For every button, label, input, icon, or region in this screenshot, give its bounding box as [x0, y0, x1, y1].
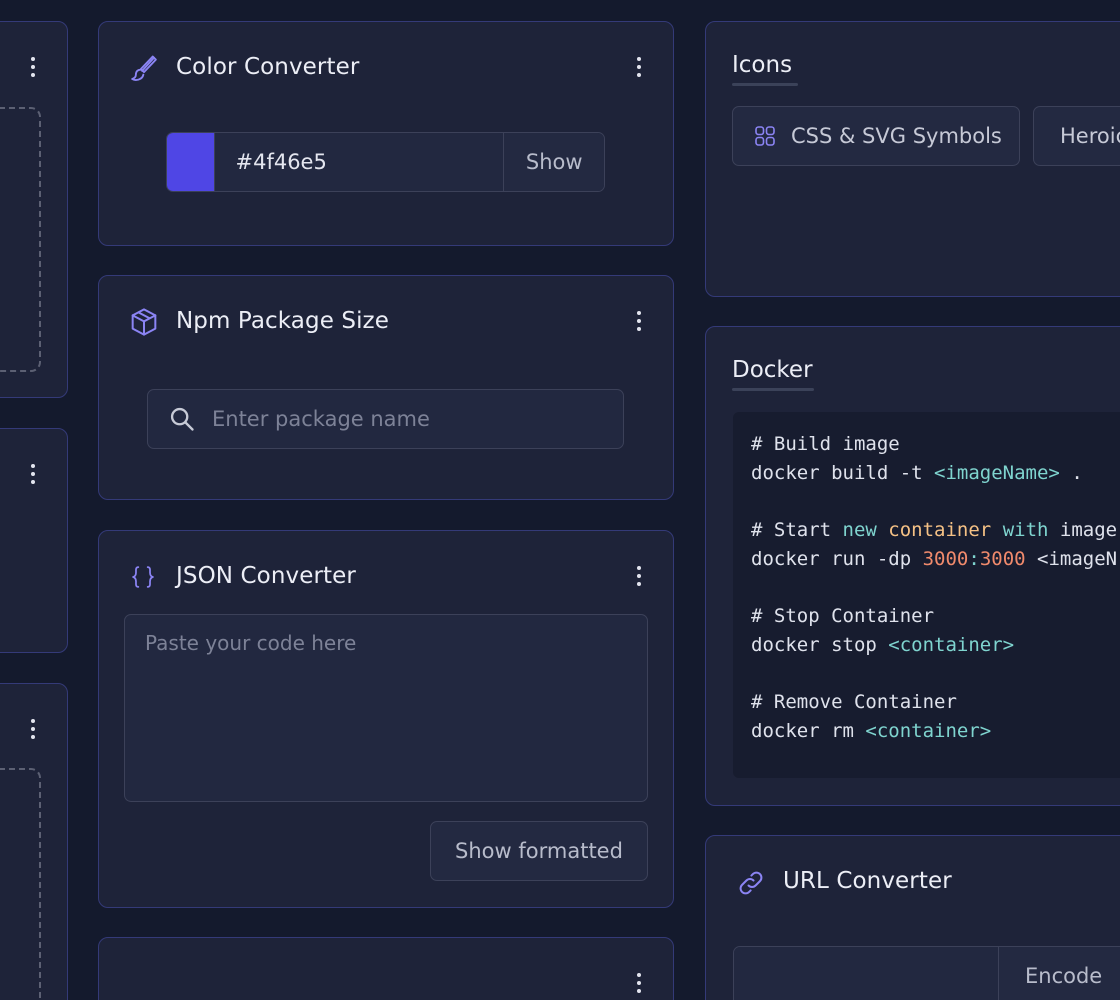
- code-number: 3000: [922, 547, 969, 570]
- code-punct: :: [968, 547, 980, 570]
- title-underline: [732, 83, 798, 86]
- encode-button[interactable]: Encode: [998, 947, 1120, 1000]
- code-text: docker rm: [751, 720, 866, 743]
- code-keyword: container: [888, 519, 992, 542]
- card-title: Color Converter: [176, 54, 360, 80]
- color-converter-card: Color Converter Show: [98, 21, 674, 246]
- card-title: JSON Converter: [176, 563, 356, 589]
- more-options-icon[interactable]: [23, 53, 43, 81]
- npm-package-size-card: Npm Package Size: [98, 275, 674, 500]
- code-keyword: new: [842, 519, 877, 542]
- color-swatch[interactable]: [167, 133, 215, 191]
- grid-icon: [755, 126, 775, 146]
- show-formatted-button[interactable]: Show formatted: [430, 821, 648, 881]
- chip-css-svg-symbols[interactable]: CSS & SVG Symbols: [732, 106, 1020, 166]
- code-text: image: [1048, 519, 1118, 542]
- code-snippet: # Build image docker build -t <imageName…: [733, 412, 1120, 778]
- icons-card: Icons CSS & SVG Symbols Heroic: [705, 21, 1120, 297]
- left-card-top: [0, 21, 68, 398]
- code-number: 3000: [979, 547, 1026, 570]
- cube-icon: [131, 308, 157, 336]
- dropzone[interactable]: [0, 768, 41, 1000]
- link-icon: [739, 871, 763, 895]
- more-options-icon[interactable]: [629, 307, 649, 335]
- code-comment: # Stop Container: [751, 605, 935, 628]
- more-options-icon[interactable]: [23, 715, 43, 743]
- code-comment: # Start: [751, 519, 843, 542]
- left-card-middle: [0, 428, 68, 653]
- code-text: <imageN: [1025, 547, 1118, 570]
- url-input-group: Encode: [733, 946, 1120, 1000]
- more-options-icon[interactable]: [23, 460, 43, 488]
- docker-card: Docker # Build image docker build -t <im…: [705, 326, 1120, 806]
- dropzone[interactable]: [0, 107, 41, 372]
- package-name-input[interactable]: [212, 407, 623, 431]
- url-input[interactable]: [734, 947, 998, 1000]
- code-keyword: with: [1002, 519, 1049, 542]
- title-underline: [732, 388, 814, 391]
- left-card-bottom: [0, 683, 68, 1000]
- color-input-group: Show: [166, 132, 605, 192]
- more-options-icon[interactable]: [629, 969, 649, 997]
- chip-label: Heroic: [1060, 124, 1120, 148]
- search-icon: [168, 405, 196, 433]
- section-title: Icons: [732, 52, 793, 78]
- chip-heroicons[interactable]: Heroic: [1033, 106, 1120, 166]
- json-code-input[interactable]: [124, 614, 648, 802]
- more-options-icon[interactable]: [629, 53, 649, 81]
- code-comment: # Build image: [751, 433, 900, 455]
- hex-color-input[interactable]: [214, 133, 504, 191]
- card-title: URL Converter: [783, 868, 952, 894]
- bottom-card: [98, 937, 674, 1000]
- url-converter-card: URL Converter Encode: [705, 835, 1120, 1000]
- code-token: <container>: [888, 633, 1015, 656]
- package-search-field: [147, 389, 624, 449]
- braces-icon: [132, 566, 154, 588]
- brush-icon: [131, 55, 157, 81]
- code-token: <container>: [865, 720, 992, 743]
- code-text: docker build -t: [751, 461, 935, 484]
- more-options-icon[interactable]: [629, 562, 649, 590]
- card-title: Npm Package Size: [176, 308, 389, 334]
- show-button[interactable]: Show: [503, 133, 604, 191]
- section-title: Docker: [732, 357, 813, 383]
- code-comment: # Remove Container: [751, 691, 957, 714]
- chip-label: CSS & SVG Symbols: [791, 124, 1002, 148]
- json-converter-card: JSON Converter Show formatted: [98, 530, 674, 908]
- code-text: docker stop: [751, 633, 889, 656]
- code-token: <imageName>: [934, 461, 1060, 484]
- code-text: docker run -dp: [751, 547, 923, 570]
- code-text: .: [1059, 461, 1083, 484]
